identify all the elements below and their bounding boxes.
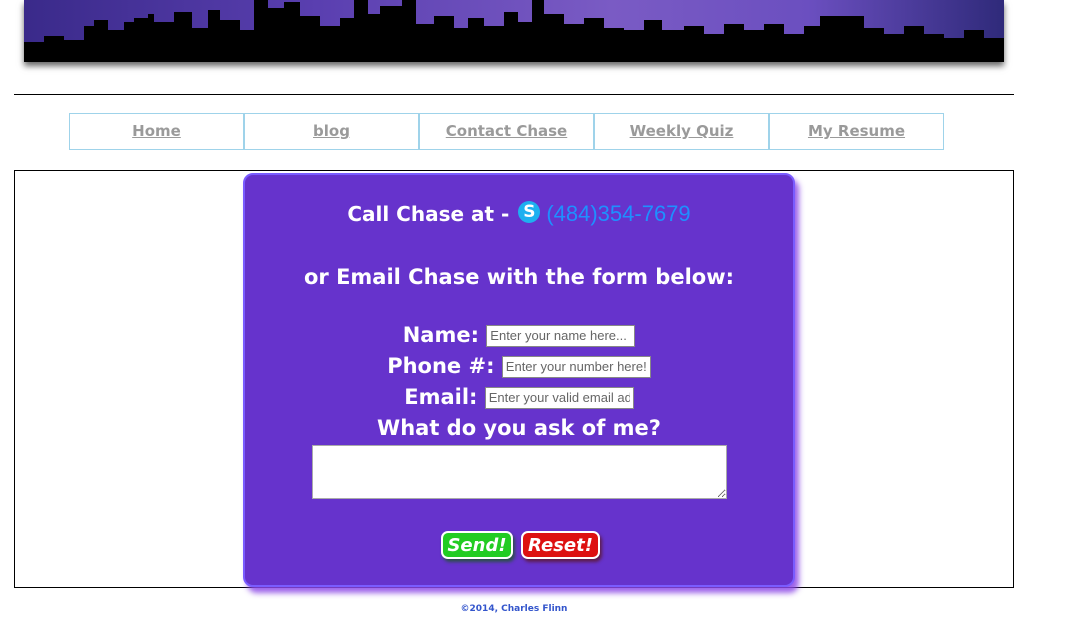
- nav-item-contact[interactable]: Contact Chase: [419, 113, 594, 150]
- call-prefix: Call Chase at -: [347, 202, 510, 226]
- skyline-silhouette: [24, 0, 1004, 62]
- contact-panel: Call Chase at - S (484)354-7679 or Email …: [243, 173, 795, 587]
- skyline-banner: [24, 0, 1004, 62]
- phone-input[interactable]: [501, 355, 651, 378]
- name-row: Name:: [245, 323, 793, 347]
- nav-item-blog[interactable]: blog: [244, 113, 419, 150]
- email-input[interactable]: [484, 386, 634, 409]
- phone-link[interactable]: (484)354-7679: [546, 201, 690, 226]
- nav-item-resume[interactable]: My Resume: [769, 113, 944, 150]
- footer-copyright: ©2014, Charles Flinn: [460, 604, 568, 614]
- send-button[interactable]: Send!: [441, 531, 513, 559]
- nav-item-home[interactable]: Home: [69, 113, 244, 150]
- call-line: Call Chase at - S (484)354-7679: [245, 201, 793, 227]
- phone-row: Phone #:: [245, 354, 793, 378]
- reset-button[interactable]: Reset!: [521, 531, 600, 559]
- name-label: Name:: [402, 323, 479, 347]
- skype-icon[interactable]: S: [518, 201, 541, 223]
- email-intro: or Email Chase with the form below:: [303, 265, 735, 289]
- ask-label: What do you ask of me?: [377, 416, 661, 440]
- page: Home blog Contact Chase Weekly Quiz My R…: [0, 0, 1073, 622]
- email-row: Email:: [245, 385, 793, 409]
- email-label: Email:: [404, 385, 478, 409]
- name-input[interactable]: [486, 324, 636, 347]
- nav-item-weekly-quiz[interactable]: Weekly Quiz: [594, 113, 769, 150]
- main-nav: Home blog Contact Chase Weekly Quiz My R…: [69, 113, 944, 150]
- header-divider: [14, 94, 1014, 95]
- phone-label: Phone #:: [387, 354, 495, 378]
- message-textarea[interactable]: [312, 445, 727, 499]
